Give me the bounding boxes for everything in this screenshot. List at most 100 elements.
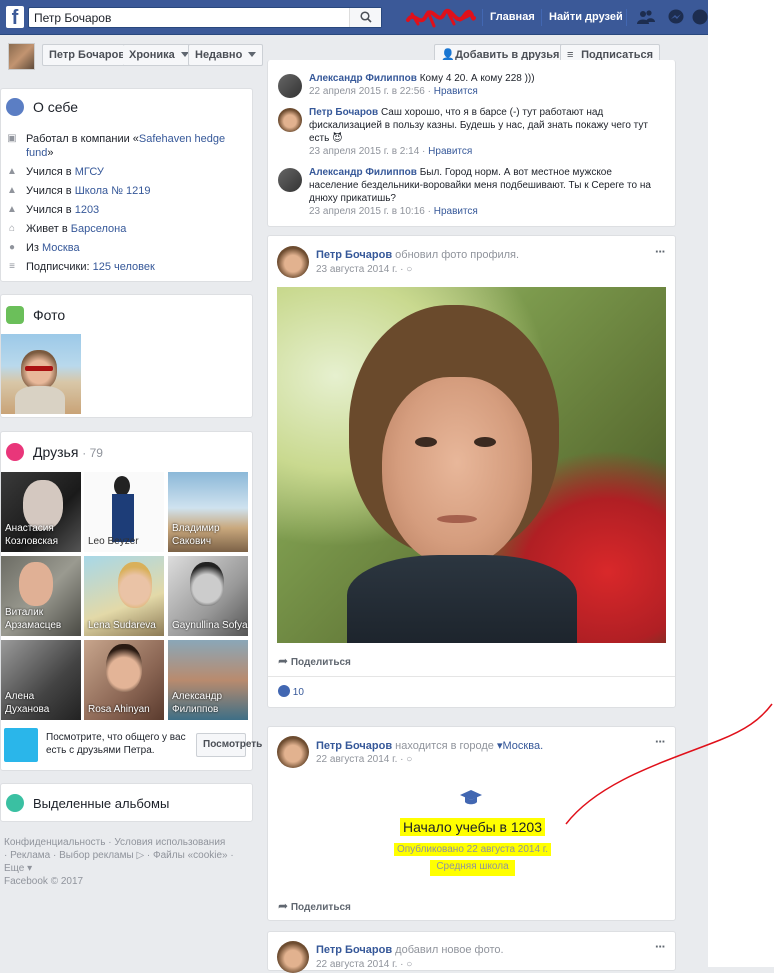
photo-face (382, 377, 532, 567)
friend-tile[interactable]: Алена Духанова (1, 640, 81, 720)
friend-tile[interactable]: Lena Sudareva (84, 556, 164, 636)
comment-like-link[interactable]: Нравится (434, 86, 478, 97)
photo-sunglasses (25, 366, 53, 371)
friend-tile[interactable]: Анастасия Козловская (1, 472, 81, 552)
profile-bar-avatar[interactable] (8, 43, 35, 70)
likes-count[interactable]: 10 (278, 685, 304, 698)
graduation-cap-icon: ▲ (7, 185, 17, 196)
common-friends-button[interactable]: Посмотреть (196, 733, 262, 757)
photo-shirt (15, 386, 65, 414)
share-button[interactable]: ➦ Поделиться (278, 899, 351, 913)
nav-find-friends-link[interactable]: Найти друзей (549, 11, 623, 23)
share-icon: ➦ (278, 899, 289, 913)
comment-author[interactable]: Александр Филиппов (309, 167, 417, 178)
friend-tile[interactable]: Владимир Сакович (168, 472, 248, 552)
post-place-link[interactable]: Москва. (503, 740, 544, 752)
post-new-photo: Петр Бочаров добавил новое фото. 22 авгу… (267, 931, 676, 973)
post-author-avatar[interactable] (277, 246, 309, 278)
event-type-label: Средняя школа (430, 860, 515, 876)
share-label: Поделиться (290, 657, 351, 668)
comment-time[interactable]: 23 апреля 2015 г. в 10:16 (309, 206, 425, 217)
about-study-prefix: Учился в (26, 185, 75, 197)
search-input[interactable] (29, 8, 349, 27)
post-author-link[interactable]: Петр Бочаров (316, 740, 392, 752)
comment-like-link[interactable]: Нравится (428, 146, 472, 157)
globe-icon: ○ (406, 754, 413, 765)
friends-icon (6, 443, 24, 461)
friend-tile[interactable]: Виталик Арзамасцев (1, 556, 81, 636)
post-time[interactable]: 22 августа 2014 г. · ○ (316, 959, 412, 970)
comment-avatar[interactable] (278, 168, 302, 192)
nav-home-link[interactable]: Главная (490, 11, 535, 23)
about-from-link[interactable]: Москва (42, 242, 80, 254)
comment-time[interactable]: 23 апреля 2015 г. в 2:14 (309, 146, 419, 157)
common-friends-icon (4, 728, 38, 762)
footer-more[interactable]: Еще ▾ (4, 862, 254, 875)
search-button[interactable] (349, 8, 381, 27)
comment-avatar[interactable] (278, 108, 302, 132)
messenger-icon[interactable] (667, 9, 685, 25)
profile-photo[interactable] (277, 287, 666, 643)
comment-author[interactable]: Александр Филиппов (309, 73, 417, 84)
about-title: О себе (33, 99, 79, 115)
red-scribble-redaction (406, 8, 476, 28)
facebook-logo-icon[interactable]: f (6, 6, 24, 29)
share-button[interactable]: ➦ Поделиться (278, 654, 351, 668)
rss-icon: ≡ (9, 261, 15, 272)
albums-title[interactable]: Выделенные альбомы (33, 796, 169, 811)
photo-jacket (347, 555, 577, 643)
profile-name-label: Петр Бочаров (49, 49, 126, 61)
friend-tile[interactable]: Leo Beyzer (84, 472, 164, 552)
friend-name: Анастасия Козловская (5, 523, 59, 547)
post-time-label: 22 августа 2014 г. · (316, 754, 404, 765)
more-options-icon[interactable]: ··· (655, 939, 666, 954)
friends-title[interactable]: Друзья · 79 (33, 444, 103, 460)
about-card: О себе ▣ Работал в компании «Safehaven h… (0, 88, 253, 282)
footer-copyright: Facebook © 2017 (4, 876, 84, 887)
post-time[interactable]: 23 августа 2014 г. · ○ (316, 264, 412, 275)
post-author-avatar[interactable] (277, 941, 309, 973)
footer: Конфиденциальность · Условия использован… (4, 836, 254, 888)
post-author-link[interactable]: Петр Бочаров (316, 249, 392, 261)
about-followers-prefix: Подписчики: (26, 261, 93, 273)
common-friends-text: Посмотрите, что общего у вас есть с друз… (46, 732, 186, 756)
friend-name: Lena Sudareva (88, 620, 156, 631)
briefcase-icon: ▣ (7, 133, 17, 144)
recent-dropdown[interactable]: Недавно (188, 44, 264, 66)
nav-separator (541, 9, 542, 26)
more-options-icon[interactable]: ··· (655, 244, 666, 259)
comment-text: Кому 4 20. А кому 228 ))) (416, 73, 535, 84)
friend-tile[interactable]: Gaynullina Sofya (168, 556, 248, 636)
post-header: Петр Бочаров обновил фото профиля. (316, 249, 519, 261)
post-author-link[interactable]: Петр Бочаров (316, 944, 392, 956)
friend-requests-icon[interactable] (637, 9, 655, 25)
search-box (28, 7, 382, 28)
friend-tile[interactable]: Rosa Ahinyan (84, 640, 164, 720)
footer-line[interactable]: Конфиденциальность · Условия использован… (4, 836, 254, 849)
about-lives-link[interactable]: Барселона (71, 223, 127, 235)
footer-line[interactable]: · Реклама · Выбор рекламы ▷ · Файлы «coo… (4, 849, 254, 862)
friend-name: Leo Beyzer (88, 536, 139, 547)
photo-thumbnail[interactable] (1, 334, 81, 414)
post-time[interactable]: 22 августа 2014 г. · ○ (316, 754, 412, 765)
post-action: добавил новое фото. (392, 944, 504, 956)
friends-card: Друзья · 79 Анастасия Козловская Leo Bey… (0, 431, 262, 771)
about-study-link[interactable]: МГСУ (75, 166, 104, 178)
albums-card: Выделенные альбомы (0, 783, 253, 822)
comment-like-link[interactable]: Нравится (434, 206, 478, 217)
about-study-link[interactable]: 1203 (75, 204, 99, 216)
timeline-dropdown[interactable]: Хроника (123, 44, 196, 66)
comment-time[interactable]: 22 апреля 2015 г. в 22:56 (309, 86, 425, 97)
top-bar: f Главная Найти друзей (0, 0, 708, 35)
search-icon (360, 11, 372, 23)
comment-author[interactable]: Петр Бочаров (309, 107, 378, 118)
post-author-avatar[interactable] (277, 736, 309, 768)
notifications-icon[interactable] (692, 9, 708, 25)
friend-tile[interactable]: Александр Филиппов (168, 640, 248, 720)
about-study-link[interactable]: Школа № 1219 (75, 185, 151, 197)
profile-name-button[interactable]: Петр Бочаров (42, 44, 133, 66)
photo-icon (6, 306, 24, 324)
about-followers-link[interactable]: 125 человек (93, 261, 155, 273)
graduation-cap-icon: ▲ (7, 166, 17, 177)
comment-avatar[interactable] (278, 74, 302, 98)
